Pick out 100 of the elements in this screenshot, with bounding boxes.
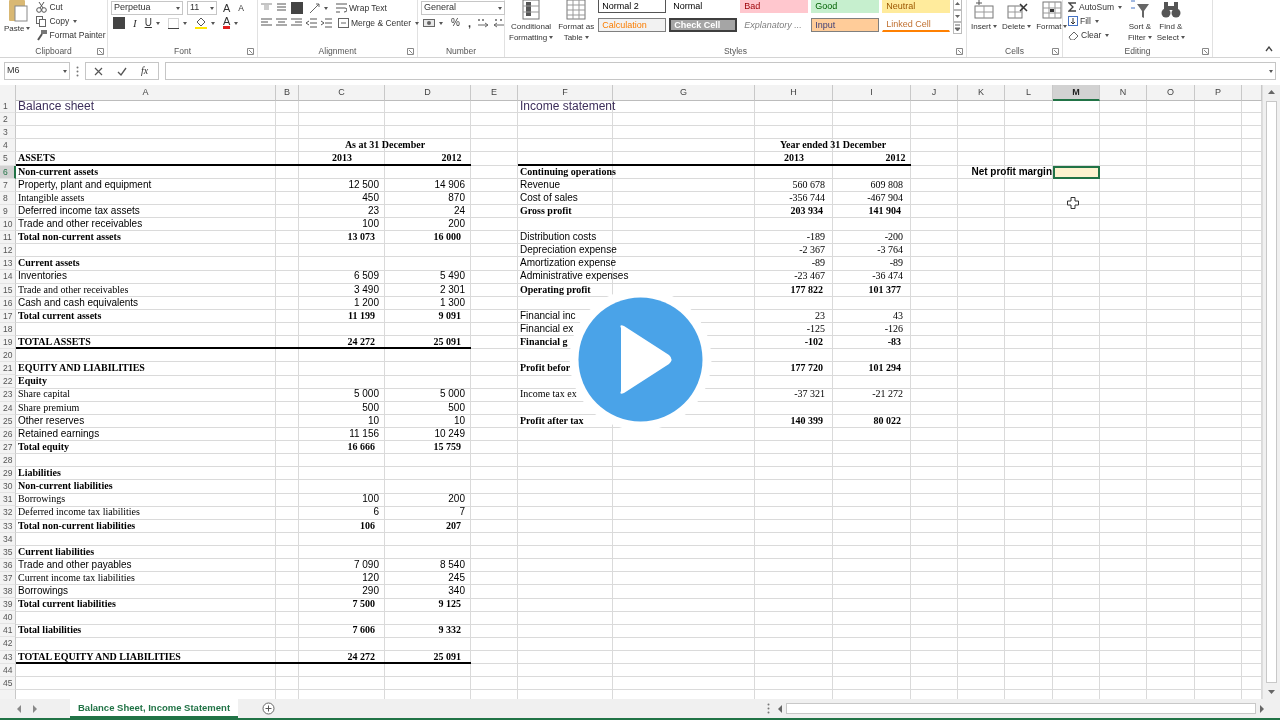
comma-button[interactable]: , [465,16,473,30]
row-header[interactable]: 3 [0,126,16,140]
row-header[interactable]: 39 [0,598,16,612]
previous-sheet-icon[interactable] [16,704,22,713]
sheet-tab[interactable]: Balance Sheet, Income Statement [70,699,239,718]
next-sheet-icon[interactable] [32,704,38,713]
column-header[interactable]: G [613,85,755,101]
shrink-font-button[interactable]: A [236,1,246,15]
scroll-up-icon[interactable] [953,0,963,10]
cell-style-option[interactable]: Input [811,18,880,32]
caret-icon [63,69,67,73]
more-styles-icon[interactable] [953,22,963,34]
cell-style-option[interactable]: Linked Cell [882,18,951,32]
column-header[interactable]: B [276,85,299,101]
row-header[interactable]: 21 [0,362,16,376]
row-header[interactable]: 32 [0,506,16,520]
row-header[interactable]: 41 [0,624,16,638]
insert-function-button[interactable]: fx [141,66,149,76]
column-header[interactable]: N [1100,85,1147,101]
column-header[interactable]: H [755,85,833,101]
column-header[interactable]: C [299,85,385,101]
row-header[interactable]: 13 [0,257,16,271]
column-header[interactable]: D [385,85,471,101]
format-as-table-button[interactable]: Format as Table [557,0,596,43]
column-header[interactable]: E [471,85,518,101]
paste-button[interactable]: Paste [3,0,32,34]
paintbrush-icon [36,29,48,41]
format-painter-button[interactable]: Format Painter [34,28,108,42]
collapse-ribbon-icon[interactable] [1265,46,1273,52]
row-header[interactable]: 38 [0,585,16,599]
column-header[interactable]: I [833,85,911,101]
row-header[interactable]: 42 [0,637,16,651]
name-box[interactable]: M6 [4,62,70,80]
conditional-formatting-button[interactable]: Conditional Formatting [508,0,555,43]
italic-button[interactable]: I [131,16,139,30]
font-size-field[interactable]: 11 [187,1,217,15]
cells-button[interactable]: Insert [970,0,998,32]
autosum-button[interactable]: AutoSum [1066,0,1124,14]
row-header[interactable]: 31 [0,493,16,507]
group-label: Font [174,44,191,57]
column-header[interactable]: M [1053,85,1100,101]
row-header[interactable]: 40 [0,611,16,625]
enter-check-icon[interactable] [117,66,127,76]
cut-button[interactable]: Cut [34,0,65,14]
scrollbar-thumb[interactable] [786,703,1256,714]
cell-style-option[interactable]: Normal 2 [598,0,667,13]
row-header[interactable]: 23 [0,388,16,402]
selected-cell[interactable] [1053,165,1100,179]
cells-button[interactable]: Delete [1001,0,1033,32]
row-header[interactable]: 30 [0,480,16,494]
row-header[interactable]: 5 [0,152,16,166]
font-color-button[interactable]: A [220,16,241,30]
row-header[interactable]: 29 [0,467,16,481]
column-header[interactable]: J [911,85,958,101]
row-header[interactable]: 22 [0,375,16,389]
percent-button[interactable]: % [449,16,462,30]
grow-font-button[interactable]: A [221,1,233,15]
font-name-field[interactable]: Perpetua [111,1,183,15]
cell-style-option[interactable]: Good [811,0,880,13]
wrap-text-button[interactable]: Wrap Text [334,1,389,15]
row-header[interactable]: 11 [0,231,16,245]
scroll-down-icon[interactable] [953,10,963,22]
cell-style-option[interactable]: Bad [740,0,809,13]
cancel-icon[interactable] [94,66,103,76]
scroll-left-icon[interactable] [776,704,784,713]
row-header[interactable]: 12 [0,244,16,258]
orientation-button[interactable] [307,1,330,15]
column-header[interactable]: K [958,85,1005,101]
merge-center-button[interactable]: Merge & Center [336,16,421,30]
cell-style-option[interactable]: Normal [669,0,738,13]
row-header[interactable]: 2 [0,113,16,127]
accounting-format-button[interactable] [421,16,445,30]
row-header[interactable]: 14 [0,270,16,284]
column-header[interactable]: A [16,85,276,101]
cells-button[interactable]: Format [1035,0,1069,32]
column-header[interactable]: F [518,85,613,101]
row-header[interactable]: 4 [0,139,16,153]
vertical-scrollbar[interactable] [1262,85,1280,699]
cell-cursor-icon [1067,197,1079,209]
borders-button[interactable] [165,16,189,30]
underline-button[interactable]: U [142,16,162,30]
scroll-right-icon[interactable] [1258,704,1266,713]
clear-button[interactable]: Clear [1066,28,1112,42]
scrollbar-thumb[interactable] [1266,101,1277,683]
sort-filter-button[interactable]: Sort & Filter [1126,0,1153,43]
find-select-button[interactable]: Find & Select [1155,0,1186,43]
column-header[interactable]: P [1195,85,1242,101]
column-header[interactable]: O [1147,85,1195,101]
fill-color-button[interactable] [192,16,217,30]
formula-field[interactable] [165,62,1276,80]
row-header[interactable]: 20 [0,349,16,363]
fill-button[interactable]: Fill [1066,14,1101,28]
new-sheet-icon[interactable] [262,702,276,715]
table-cell-text: Deferred income tax assets [17,204,141,218]
row-header[interactable]: 1 [0,100,16,114]
column-header[interactable]: L [1005,85,1053,101]
number-format-field[interactable]: General [421,1,505,15]
cell-style-option[interactable]: Neutral [882,0,951,13]
copy-button[interactable]: Copy [34,14,80,28]
cell-style-option[interactable]: Explanatory ... [740,18,809,32]
